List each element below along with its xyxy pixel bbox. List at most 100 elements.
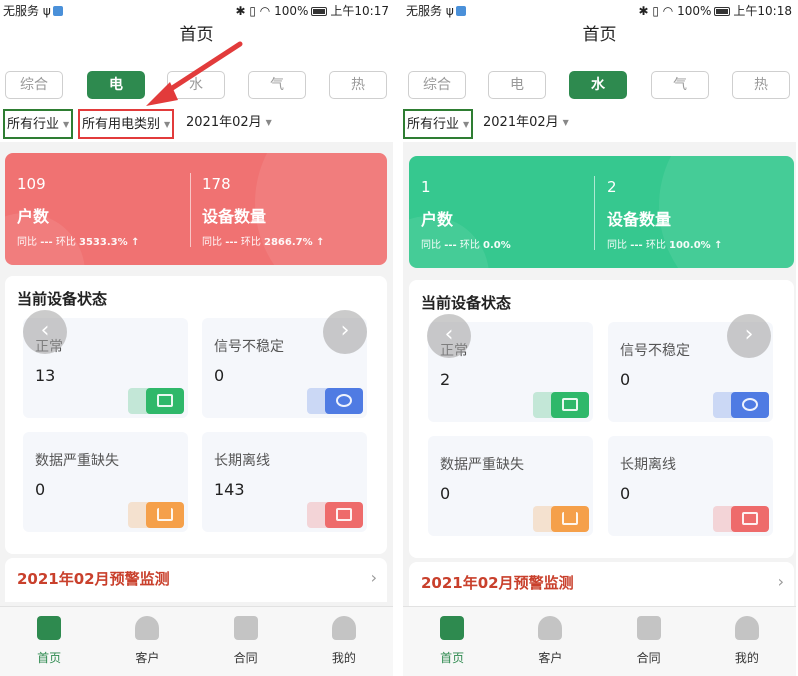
yoy-label: 同比 xyxy=(17,237,37,248)
battery-icon xyxy=(311,7,328,16)
device-status-title: 当前设备状态 xyxy=(421,294,512,312)
card-divider xyxy=(190,173,191,247)
battery-icon xyxy=(714,7,731,16)
normal-device-icon xyxy=(551,392,589,418)
summary-card: 109 户数 同比 --- 环比 3533.3% ↑ 178 设备数量 同比 -… xyxy=(5,153,387,265)
phone-screen-water: 无服务 ψ ✱ ▯ ◠ 100% 上午10:18 首页 综合 电 水 气 热 所有… xyxy=(403,0,796,676)
nav-label: 首页 xyxy=(37,651,62,665)
yoy-value: --- xyxy=(40,237,53,248)
status-long-offline[interactable]: 长期离线 143 xyxy=(202,432,367,532)
usb-icon: ψ xyxy=(42,4,51,18)
dropdown-caret-icon: ▼ xyxy=(164,120,171,129)
customer-icon xyxy=(135,616,160,640)
month-filter[interactable]: 2021年02月 ▼ xyxy=(184,109,274,139)
status-label: 数据严重缺失 xyxy=(440,457,524,473)
tab-electric[interactable]: 电 xyxy=(87,71,145,99)
mom-label: 环比 xyxy=(55,237,76,248)
nav-profile[interactable]: 我的 xyxy=(698,607,796,676)
households-label: 户数 xyxy=(421,210,454,229)
yoy-label: 同比 xyxy=(421,240,441,251)
chevron-left-icon[interactable]: ‹ xyxy=(427,314,471,358)
warning-monitor-row[interactable]: 2021年02月预警监测 › xyxy=(409,562,794,606)
month-filter[interactable]: 2021年02月 ▼ xyxy=(481,109,571,139)
electricity-category-filter[interactable]: 所有用电类别 ▼ xyxy=(78,109,175,139)
industry-filter[interactable]: 所有行业 ▼ xyxy=(403,109,474,139)
dropdown-caret-icon: ▼ xyxy=(63,120,70,129)
chevron-left-icon[interactable]: ‹ xyxy=(23,310,67,354)
dropdown-caret-icon: ▼ xyxy=(463,120,470,129)
card-decoration xyxy=(659,156,794,268)
nav-contract[interactable]: 合同 xyxy=(600,607,698,676)
bar-chart-icon xyxy=(551,506,589,532)
nav-contract[interactable]: 合同 xyxy=(197,607,295,676)
app-notification-icon xyxy=(52,6,63,16)
profile-icon xyxy=(331,616,356,640)
tab-heat[interactable]: 热 xyxy=(329,71,387,99)
status-label: 信号不稳定 xyxy=(214,339,284,355)
card-decoration xyxy=(255,153,387,265)
status-label: 数据严重缺失 xyxy=(35,453,119,469)
summary-card: 1 户数 同比 --- 环比 0.0% 2 设备数量 同比 --- 环比 100… xyxy=(409,156,794,268)
bluetooth-icon: ✱ xyxy=(638,4,649,18)
contract-icon xyxy=(233,616,258,640)
filter-bar: 所有行业 ▼ 2021年02月 ▼ xyxy=(403,108,796,142)
dropdown-caret-icon: ▼ xyxy=(562,118,569,127)
energy-tabs: 综合 电 水 气 热 xyxy=(403,62,796,110)
industry-filter[interactable]: 所有行业 ▼ xyxy=(3,109,74,139)
bluetooth-icon: ✱ xyxy=(235,4,246,18)
chevron-right-icon[interactable]: › xyxy=(727,314,771,358)
filter-bar: 所有行业 ▼ 所有用电类别 ▼ 2021年02月 ▼ xyxy=(0,108,393,142)
chevron-right-icon[interactable]: › xyxy=(323,310,367,354)
devices-value: 2 xyxy=(607,178,617,196)
devices-label: 设备数量 xyxy=(202,207,267,226)
households-comparison: 同比 --- 环比 0.0% xyxy=(421,236,511,251)
phone-screen-electric: 无服务 ψ ✱ ▯ ◠ 100% 上午10:17 首页 综合 电 水 气 热 所有… xyxy=(0,0,393,676)
warning-title: 2021年02月预警监测 xyxy=(421,574,574,592)
status-data-missing[interactable]: 数据严重缺失 0 xyxy=(23,432,188,532)
tab-water[interactable]: 水 xyxy=(569,71,627,99)
tab-gas[interactable]: 气 xyxy=(651,71,709,99)
status-label: 长期离线 xyxy=(214,453,270,469)
status-value: 13 xyxy=(35,366,56,385)
status-value: 0 xyxy=(440,484,451,503)
status-time: 上午10:17 xyxy=(330,4,389,18)
nav-customer[interactable]: 客户 xyxy=(98,607,196,676)
carrier-text: 无服务 xyxy=(406,4,443,18)
households-value: 1 xyxy=(421,178,431,196)
bar-chart-icon xyxy=(146,502,184,528)
status-value: 143 xyxy=(214,480,245,499)
nav-profile[interactable]: 我的 xyxy=(295,607,393,676)
households-comparison: 同比 --- 环比 3533.3% ↑ xyxy=(17,233,139,248)
status-data-missing[interactable]: 数据严重缺失 0 xyxy=(428,436,593,536)
month-filter-label: 2021年02月 xyxy=(483,115,559,130)
nav-home[interactable]: 首页 xyxy=(403,607,501,676)
wifi-icon: ◠ xyxy=(259,4,271,18)
tab-comprehensive[interactable]: 综合 xyxy=(5,71,63,99)
status-value: 0 xyxy=(35,480,46,499)
device-status-panel: 当前设备状态 正常 2 信号不稳定 0 数据严重缺失 0 长期离线 xyxy=(409,280,794,558)
nav-label: 客户 xyxy=(538,651,563,665)
warning-monitor-row[interactable]: 2021年02月预警监测 › xyxy=(5,558,387,602)
home-icon xyxy=(440,616,465,640)
tab-comprehensive[interactable]: 综合 xyxy=(408,71,466,99)
households-value: 109 xyxy=(17,175,46,193)
tab-electric[interactable]: 电 xyxy=(488,71,546,99)
status-long-offline[interactable]: 长期离线 0 xyxy=(608,436,773,536)
status-bar: 无服务 ψ ✱ ▯ ◠ 100% 上午10:17 xyxy=(0,0,393,18)
battery-percent: 100% xyxy=(274,4,309,18)
usb-icon: ψ xyxy=(445,4,454,18)
chevron-right-small-icon: › xyxy=(370,568,377,587)
electricity-category-label: 所有用电类别 xyxy=(82,117,161,132)
nav-label: 客户 xyxy=(135,651,160,665)
device-status-title: 当前设备状态 xyxy=(17,290,108,308)
nav-label: 合同 xyxy=(233,651,258,665)
tab-gas[interactable]: 气 xyxy=(248,71,306,99)
status-value: 2 xyxy=(440,370,451,389)
nav-home[interactable]: 首页 xyxy=(0,607,98,676)
tab-heat[interactable]: 热 xyxy=(732,71,790,99)
mom-value: 100.0% ↑ xyxy=(669,240,723,251)
mom-label: 环比 xyxy=(459,240,480,251)
nav-customer[interactable]: 客户 xyxy=(501,607,599,676)
status-time: 上午10:18 xyxy=(733,4,792,18)
status-value: 0 xyxy=(620,370,631,389)
